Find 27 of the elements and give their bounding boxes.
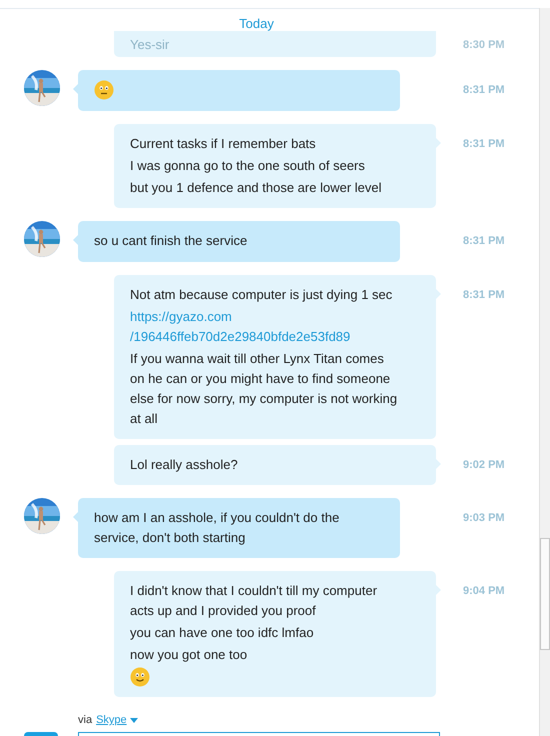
message-text: but you 1 defence and those are lower level <box>130 179 383 197</box>
message-time: 9:02 PM <box>462 458 506 473</box>
message-time: 8:31 PM <box>462 83 506 98</box>
neutral-face-icon <box>94 80 114 100</box>
message-text: Lol really asshole? <box>130 456 239 474</box>
message-text: how am I an asshole, if you couldn't do the service, don't both starting <box>94 509 340 547</box>
message-time: 8:31 PM <box>462 288 506 303</box>
message-time: 9:04 PM <box>462 584 506 599</box>
day-header: Today <box>239 16 274 31</box>
message-text: so u cant finish the service <box>94 232 248 250</box>
message-text: Current tasks if I remember bats <box>130 135 317 153</box>
smiley-icon <box>130 667 150 687</box>
message-time: 8:31 PM <box>462 137 506 152</box>
message-time: 8:31 PM <box>462 234 506 249</box>
service-dropdown[interactable]: Skype <box>96 714 138 726</box>
via-label: via <box>78 714 92 726</box>
message-text: If you wanna wait till other Lynx Titan comes on he can or you might have to find someone else for now sorry, my computer is not working at all <box>130 350 398 428</box>
message-text: now you got one too <box>130 646 248 664</box>
message-input[interactable] <box>78 732 440 736</box>
scroll-thumb[interactable] <box>540 538 550 650</box>
message-time: 9:03 PM <box>462 511 506 526</box>
message-text: Not atm because computer is just dying 1 sec <box>130 286 394 304</box>
message-time: 8:30 PM <box>462 38 506 53</box>
message-link[interactable]: https://gyazo.com /196446ffeb70d2e29840bfde2e53fd89 <box>130 307 370 347</box>
message-text: you can have one too idfc lmfao <box>130 624 315 642</box>
caret-icon <box>130 718 138 722</box>
message-text: I was gonna go to the one south of seers <box>130 157 366 175</box>
